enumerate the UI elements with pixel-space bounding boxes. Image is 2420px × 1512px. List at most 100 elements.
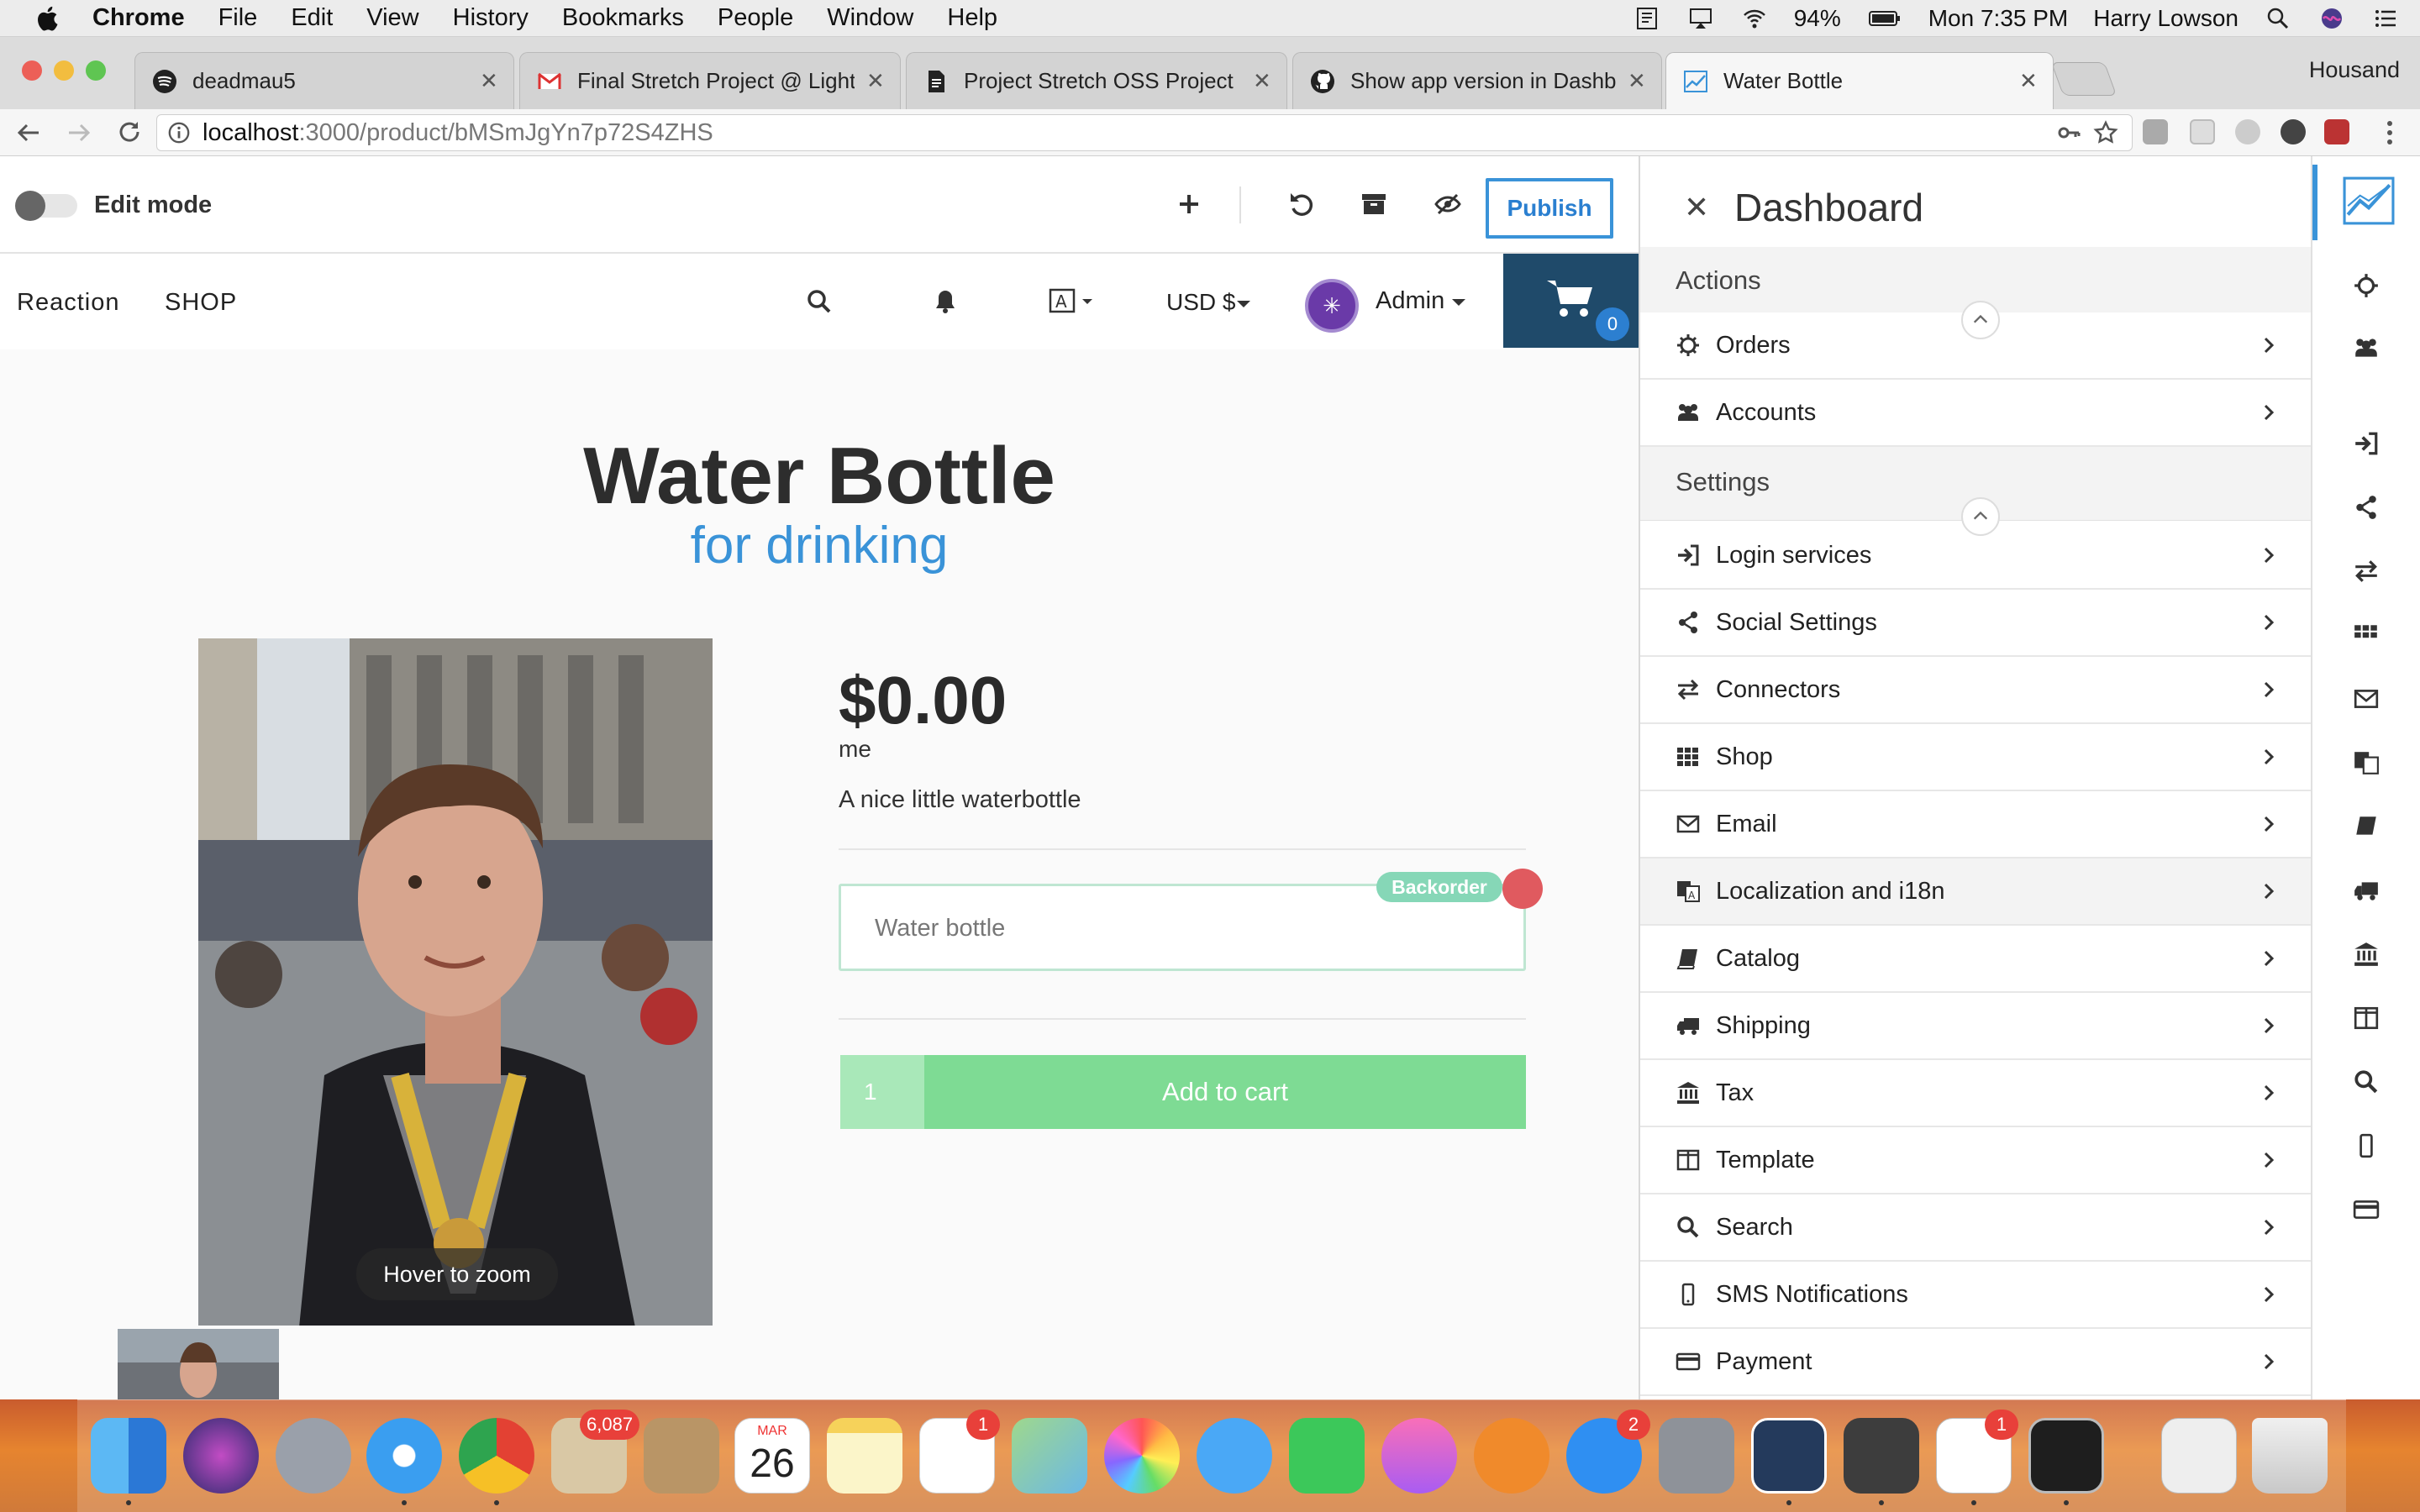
share-icon[interactable] (2353, 494, 2380, 521)
wifi-icon[interactable] (1740, 6, 1769, 31)
window-close-button[interactable] (22, 60, 42, 81)
back-arrow-icon[interactable] (13, 118, 44, 148)
notes-status-icon[interactable] (1633, 6, 1661, 31)
apple-icon[interactable] (34, 4, 64, 33)
visibility-hidden-icon[interactable] (1434, 190, 1462, 218)
trash-icon[interactable] (2252, 1418, 2328, 1494)
dashboard-item-shop[interactable]: Shop (1640, 724, 2311, 791)
product-title[interactable]: Water Bottle (0, 430, 1639, 522)
users-icon[interactable] (2353, 334, 2380, 361)
close-icon[interactable]: ✕ (1684, 190, 1709, 225)
edit-mode-toggle[interactable] (15, 191, 77, 221)
sql-document-icon[interactable] (2161, 1418, 2237, 1494)
dashboard-item-connectors[interactable]: Connectors (1640, 657, 2311, 724)
siri-icon[interactable] (2317, 6, 2346, 31)
browser-tab[interactable]: Show app version in Dashboard ✕ (1292, 52, 1662, 109)
reload-icon[interactable] (114, 118, 145, 148)
avatar[interactable]: ✳ (1305, 279, 1359, 333)
menubar-clock[interactable]: Mon 7:35 PM (1928, 5, 2069, 32)
tab-close-icon[interactable]: ✕ (866, 68, 885, 94)
notification-center-icon[interactable] (2371, 6, 2400, 31)
key-icon[interactable] (2056, 120, 2081, 145)
menu-app-name[interactable]: Chrome (92, 4, 185, 32)
safari-icon[interactable] (366, 1418, 442, 1494)
extension-icon[interactable] (2143, 119, 2168, 144)
address-bar[interactable]: localhost:3000/product/bMSmJgYn7p72S4ZHS (156, 114, 2133, 151)
menu-window[interactable]: Window (827, 4, 913, 32)
window-minimize-button[interactable] (54, 60, 74, 81)
envelope-icon[interactable] (2353, 685, 2380, 712)
dashboard-item-tax[interactable]: Tax (1640, 1060, 2311, 1127)
cart-button[interactable]: 0 (1503, 254, 1639, 348)
notes-icon[interactable] (827, 1418, 902, 1494)
browser-tab[interactable]: deadmau5 ✕ (134, 52, 514, 109)
menu-history[interactable]: History (453, 4, 529, 32)
browser-tab[interactable]: Final Stretch Project @ Lighthouse ✕ (519, 52, 901, 109)
translate-icon[interactable] (2353, 749, 2380, 776)
menu-edit[interactable]: Edit (291, 4, 333, 32)
dashboard-item-template[interactable]: Template (1640, 1127, 2311, 1194)
tab-close-icon[interactable]: ✕ (1253, 68, 1271, 94)
bank-icon[interactable] (2353, 941, 2380, 968)
dashboard-item-catalog[interactable]: Catalog (1640, 926, 2311, 993)
tab-close-icon[interactable]: ✕ (2019, 68, 2038, 94)
bookmark-star-icon[interactable] (2093, 120, 2118, 145)
quantity-input[interactable]: 1 (840, 1055, 924, 1129)
add-icon[interactable] (1175, 190, 1203, 218)
currency-dropdown[interactable]: USD $ (1166, 289, 1235, 316)
spotlight-search-icon[interactable] (2264, 6, 2292, 31)
product-description[interactable]: A nice little waterbottle (839, 786, 1081, 814)
archive-icon[interactable] (1360, 190, 1388, 218)
browser-tab[interactable]: Project Stretch OSS Project List ✕ (906, 52, 1287, 109)
dashboard-item-search[interactable]: Search (1640, 1194, 2311, 1262)
brand-link[interactable]: Reaction (17, 289, 119, 317)
terminal-icon[interactable] (2028, 1418, 2104, 1494)
menu-view[interactable]: View (366, 4, 418, 32)
gear-icon[interactable] (2353, 272, 2380, 299)
chrome-profile-name[interactable]: Housand (2309, 57, 2400, 83)
maps-icon[interactable] (1012, 1418, 1087, 1494)
extension-icon[interactable] (2235, 119, 2260, 144)
add-to-cart-button[interactable]: Add to cart (924, 1055, 1526, 1129)
grid-icon[interactable] (2353, 622, 2380, 648)
contacts-icon[interactable] (644, 1418, 719, 1494)
photos-icon[interactable] (1104, 1418, 1180, 1494)
shop-link[interactable]: SHOP (165, 289, 237, 317)
dashboard-item-accounts[interactable]: Accounts (1640, 380, 2311, 447)
book-icon[interactable] (2353, 813, 2380, 840)
itunes-icon[interactable] (1381, 1418, 1457, 1494)
search-icon[interactable] (805, 287, 834, 316)
publish-button[interactable]: Publish (1486, 178, 1613, 239)
dashboard-item-email[interactable]: Email (1640, 791, 2311, 858)
undo-icon[interactable] (1287, 190, 1316, 218)
info-icon[interactable] (167, 121, 191, 144)
menubar-user[interactable]: Harry Lowson (2093, 5, 2238, 32)
dashboard-item-localization[interactable]: A Localization and i18n (1640, 858, 2311, 926)
dashboard-item-sms-notifications[interactable]: SMS Notifications (1640, 1262, 2311, 1329)
tab-close-icon[interactable]: ✕ (480, 68, 498, 94)
forward-arrow-icon[interactable] (64, 118, 94, 148)
chrome-icon[interactable] (459, 1418, 534, 1494)
tab-close-icon[interactable]: ✕ (1628, 68, 1646, 94)
dashboard-item-payment[interactable]: Payment (1640, 1329, 2311, 1396)
credit-card-icon[interactable] (2353, 1196, 2380, 1223)
language-icon[interactable]: A (1049, 287, 1099, 316)
extension-icon[interactable] (2324, 119, 2349, 144)
finder-icon[interactable] (91, 1418, 166, 1494)
sign-in-icon[interactable] (2353, 430, 2380, 457)
exchange-icon[interactable] (2353, 558, 2380, 585)
product-image[interactable] (198, 638, 713, 1326)
window-zoom-button[interactable] (86, 60, 106, 81)
search-icon[interactable] (2353, 1068, 2380, 1095)
menu-people[interactable]: People (718, 4, 793, 32)
menu-bookmarks[interactable]: Bookmarks (562, 4, 684, 32)
bell-icon[interactable] (931, 287, 960, 316)
sublime-text-icon[interactable] (1844, 1418, 1919, 1494)
calendar-icon[interactable]: MAR 26 (734, 1418, 810, 1494)
product-subtitle[interactable]: for drinking (0, 516, 1639, 575)
columns-icon[interactable] (2353, 1005, 2380, 1032)
new-tab-button[interactable] (2050, 62, 2118, 96)
messages-icon[interactable] (1197, 1418, 1272, 1494)
facetime-icon[interactable] (1289, 1418, 1365, 1494)
product-vendor[interactable]: me (839, 736, 871, 763)
